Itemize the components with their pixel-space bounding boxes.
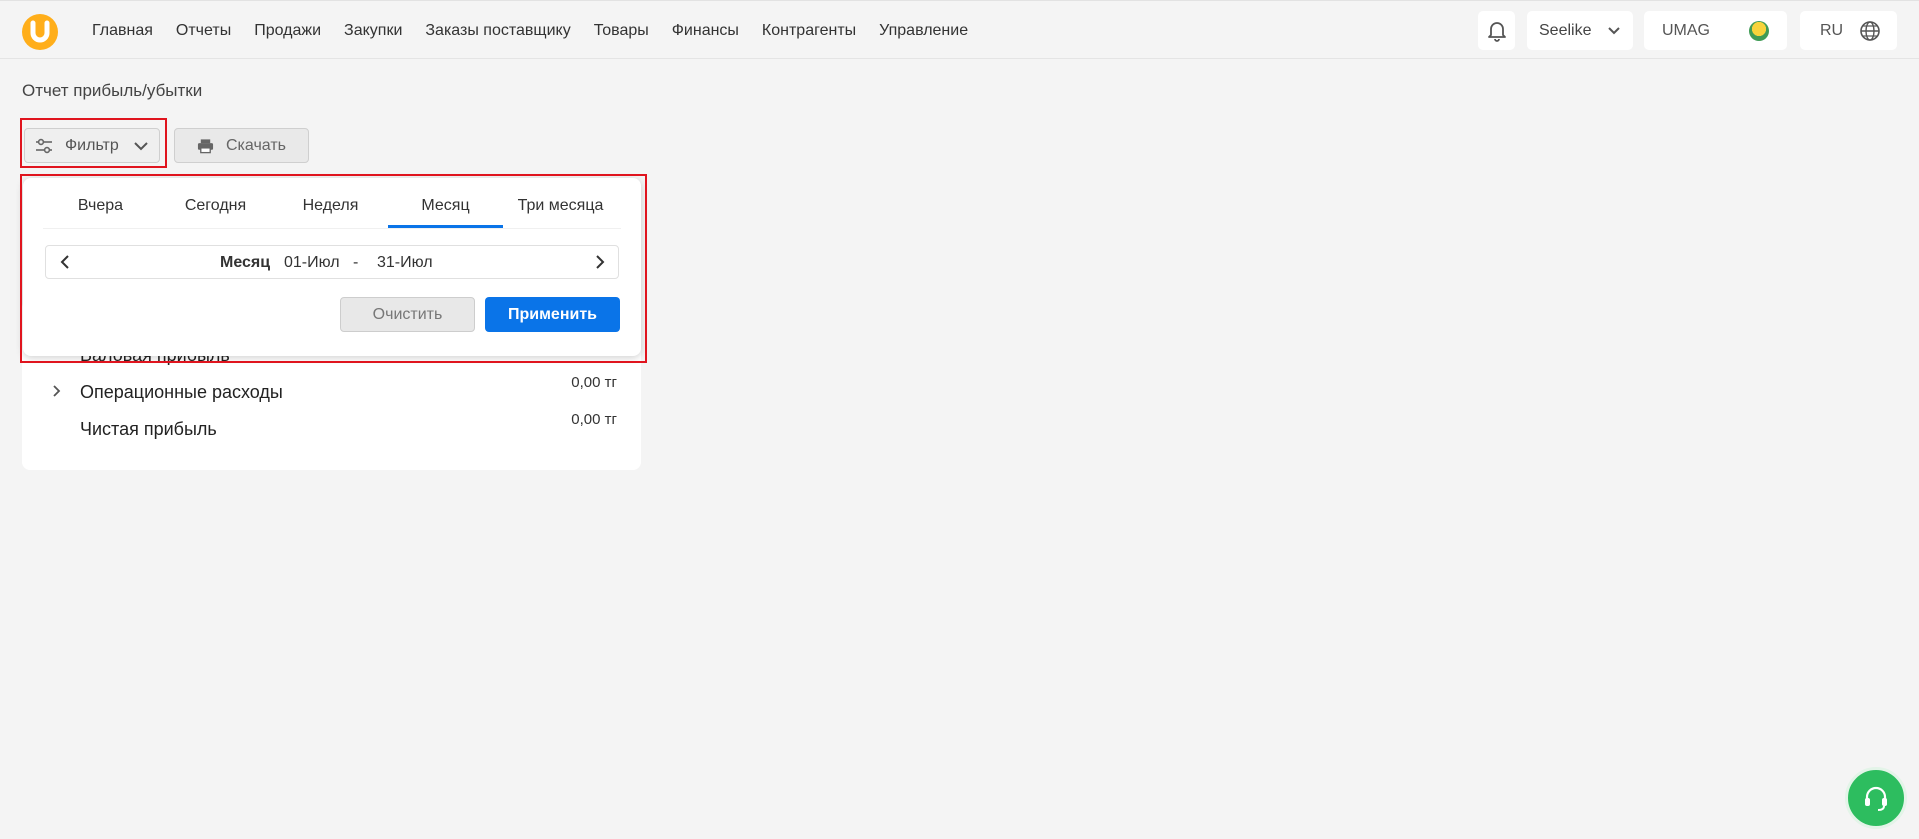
nav-item-finance[interactable]: Финансы (672, 22, 739, 40)
nav-item-sales[interactable]: Продажи (254, 22, 321, 40)
bell-icon (1487, 21, 1506, 42)
language-selector[interactable]: RU (1800, 11, 1897, 50)
kazakhstan-flag-icon (1749, 20, 1769, 41)
store-name: UMAG (1662, 21, 1710, 39)
report-row-operating-expenses[interactable]: Операционные расходы 0,00 тг (22, 374, 641, 410)
notifications-button[interactable] (1478, 11, 1515, 50)
nav-item-reports[interactable]: Отчеты (176, 22, 231, 40)
top-navigation-bar: Главная Отчеты Продажи Закупки Заказы по… (0, 0, 1919, 59)
report-row-value: 0,00 тг (571, 411, 617, 428)
support-chat-button[interactable] (1845, 767, 1907, 829)
chevron-right-icon[interactable] (52, 384, 62, 398)
umag-logo[interactable] (22, 14, 58, 50)
user-name: Seelike (1539, 21, 1592, 39)
nav-item-management[interactable]: Управление (879, 22, 968, 40)
main-nav: Главная Отчеты Продажи Закупки Заказы по… (92, 22, 991, 40)
nav-item-home[interactable]: Главная (92, 22, 153, 40)
report-row-label: Операционные расходы (80, 382, 283, 402)
page-title: Отчет прибыль/убытки (22, 81, 203, 100)
download-button[interactable]: Скачать (174, 128, 309, 163)
highlight-box-filter (20, 118, 167, 168)
globe-icon (1860, 20, 1880, 41)
report-row-value: 0,00 тг (571, 374, 617, 391)
nav-item-counterparties[interactable]: Контрагенты (762, 22, 856, 40)
user-dropdown[interactable]: Seelike (1527, 11, 1633, 50)
language-code: RU (1820, 21, 1844, 39)
logo-u-icon (30, 20, 50, 43)
chevron-down-icon (1608, 26, 1620, 34)
nav-item-products[interactable]: Товары (594, 22, 649, 40)
nav-item-supplier-orders[interactable]: Заказы поставщику (425, 22, 570, 40)
store-selector[interactable]: UMAG (1644, 11, 1787, 50)
highlight-box-popup (20, 174, 647, 363)
headset-icon (1865, 786, 1887, 811)
printer-icon (197, 138, 214, 153)
report-row-label: Чистая прибыль (80, 419, 217, 439)
download-button-label: Скачать (226, 136, 286, 154)
nav-item-purchases[interactable]: Закупки (344, 22, 402, 40)
report-row-net-profit: Чистая прибыль 0,00 тг (22, 411, 641, 447)
